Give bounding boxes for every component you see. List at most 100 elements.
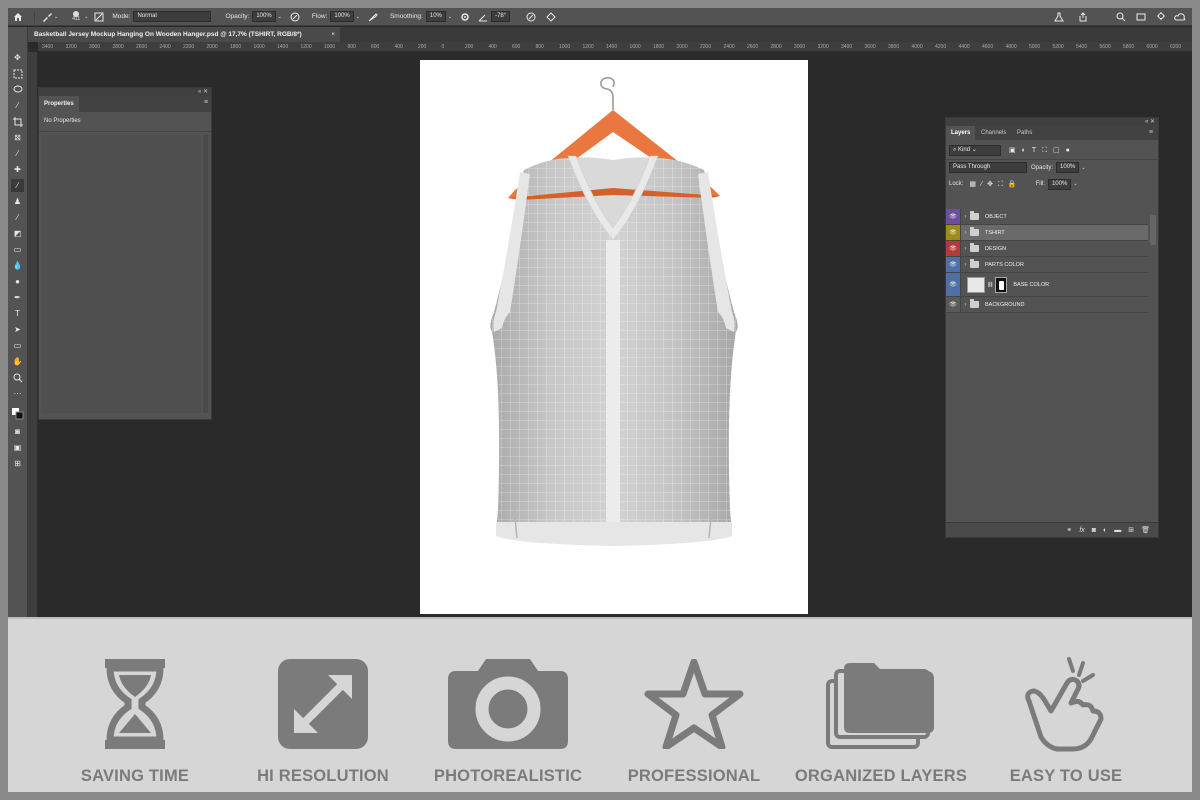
link-layers-icon[interactable]: ⚭ <box>1066 526 1072 534</box>
eyedropper-tool-icon[interactable]: ⁄ <box>11 147 24 160</box>
hand-tool-icon[interactable]: ✋ <box>11 355 24 368</box>
rectangle-tool-icon[interactable]: ▭ <box>11 339 24 352</box>
expand-chevron-icon[interactable]: › <box>961 262 970 268</box>
brush-size-picker[interactable]: 411 <box>72 8 80 26</box>
angle-field[interactable]: -78° <box>491 11 511 22</box>
close-tab-icon[interactable]: × <box>331 27 335 42</box>
frame-tool-icon[interactable]: ⊠ <box>11 131 24 144</box>
document-tab[interactable]: Basketball Jersey Mockup Hanging On Wood… <box>28 27 340 42</box>
add-mask-icon[interactable]: ◙ <box>1092 527 1096 534</box>
eye-icon[interactable]: 👁 <box>946 273 961 296</box>
eye-icon[interactable]: 👁 <box>946 241 961 256</box>
search-icon[interactable] <box>1116 8 1126 26</box>
smoothing-field[interactable]: 10% <box>425 11 446 22</box>
layer-mask-thumbnail[interactable] <box>995 276 1008 293</box>
share-icon[interactable] <box>1078 8 1088 26</box>
opacity-dropdown-icon[interactable]: ⌄ <box>1081 165 1085 171</box>
home-icon[interactable] <box>8 8 28 26</box>
layers-scrollbar[interactable] <box>1150 215 1156 245</box>
fill-field[interactable]: 100% <box>1047 178 1072 190</box>
lasso-tool-icon[interactable] <box>11 83 24 96</box>
panel-menu-icon[interactable]: ≡ <box>204 99 208 106</box>
expand-chevron-icon[interactable]: › <box>961 302 970 308</box>
blend-mode-select[interactable]: Pass Through <box>949 162 1027 173</box>
mask-link-icon[interactable]: ⛓ <box>987 282 993 288</box>
move-tool-icon[interactable]: ✥ <box>11 51 24 64</box>
symmetry-icon[interactable] <box>546 8 556 26</box>
trash-icon[interactable]: 🗑 <box>1141 526 1150 534</box>
smoothing-dropdown-icon[interactable]: ⌄ <box>448 14 452 20</box>
new-group-icon[interactable]: ▬ <box>1114 527 1121 534</box>
marquee-tool-icon[interactable] <box>11 67 24 80</box>
healing-brush-tool-icon[interactable]: ✚ <box>11 163 24 176</box>
opacity-field[interactable]: 100% <box>1056 162 1080 173</box>
opacity-dropdown-icon[interactable]: ⌄ <box>278 14 282 20</box>
adjustment-layer-icon[interactable]: ◐ <box>1103 527 1107 534</box>
crop-tool-icon[interactable] <box>11 115 24 128</box>
options-bar: ⌄ 411 ⌄ Mode: Normal Opacity: 100% ⌄ Flo… <box>8 8 1192 26</box>
screen-mode-icon[interactable]: ▣ <box>11 441 24 454</box>
flask-icon[interactable] <box>1054 8 1064 26</box>
brush-tool-icon[interactable]: ⁄ <box>11 179 24 192</box>
eye-icon[interactable]: 👁 <box>946 257 961 272</box>
new-layer-icon[interactable]: ⊞ <box>1128 526 1134 534</box>
expand-chevron-icon[interactable]: › <box>961 214 970 220</box>
history-brush-tool-icon[interactable]: ⁄ <box>11 211 24 224</box>
quick-mask-icon[interactable]: ◙ <box>11 425 24 438</box>
workspace-icon[interactable] <box>1136 8 1146 26</box>
clone-stamp-tool-icon[interactable]: ♟ <box>11 195 24 208</box>
panel-collapse-icon[interactable]: « ✕ <box>946 118 1158 126</box>
zoom-tool-icon[interactable] <box>11 371 24 384</box>
expand-chevron-icon[interactable]: › <box>961 230 970 236</box>
airbrush-icon[interactable] <box>368 8 378 26</box>
edit-toolbar-icon[interactable]: ⊞ <box>11 457 24 470</box>
layer-row[interactable]: 👁 › PARTS COLOR <box>946 257 1148 273</box>
tab-layers[interactable]: Layers <box>946 126 976 140</box>
lightbulb-icon[interactable] <box>1156 8 1166 26</box>
layer-row[interactable]: 👁 › OBJECT <box>946 209 1148 225</box>
panel-menu-icon[interactable]: ≡ <box>1144 126 1158 140</box>
tab-channels[interactable]: Channels <box>976 126 1011 140</box>
tab-paths[interactable]: Paths <box>1012 126 1037 140</box>
layer-row[interactable]: 👁 › BACKGROUND <box>946 297 1148 313</box>
filter-kind-value: Kind <box>958 146 971 153</box>
eraser-tool-icon[interactable]: ◩ <box>11 227 24 240</box>
pressure-size-icon[interactable] <box>526 8 536 26</box>
more-tools-icon[interactable]: ··· <box>11 387 24 400</box>
document-canvas[interactable] <box>420 60 808 614</box>
eye-icon[interactable]: 👁 <box>946 225 961 240</box>
lock-icons[interactable]: ▦⁄✥⛶🔒 <box>969 180 1021 189</box>
layer-row[interactable]: 👁 › DESIGN <box>946 241 1148 257</box>
ruler-label: 2400 <box>723 44 735 50</box>
eye-icon[interactable]: 👁 <box>946 297 961 312</box>
filter-kind-select[interactable]: ⌕ Kind ⌄ <box>949 144 1001 156</box>
gradient-tool-icon[interactable]: ▭ <box>11 243 24 256</box>
panel-collapse-icon[interactable]: « ✕ <box>39 88 211 96</box>
properties-scrollbar[interactable] <box>203 135 208 413</box>
gear-icon[interactable] <box>460 8 470 26</box>
layer-row[interactable]: 👁 ⛓ BASE COLOR <box>946 273 1148 297</box>
dodge-tool-icon[interactable]: ● <box>11 275 24 288</box>
magic-wand-tool-icon[interactable]: ⁄ <box>11 99 24 112</box>
fill-dropdown-icon[interactable]: ⌄ <box>1073 181 1077 187</box>
ruler-label: 2600 <box>747 44 759 50</box>
fx-icon[interactable]: fx <box>1079 527 1084 534</box>
mode-select[interactable]: Normal <box>133 11 212 22</box>
opacity-field[interactable]: 100% <box>252 11 276 22</box>
path-selection-tool-icon[interactable]: ➤ <box>11 323 24 336</box>
type-tool-icon[interactable]: T <box>11 307 24 320</box>
brush-settings-icon[interactable] <box>94 8 104 26</box>
flow-field[interactable]: 100% <box>330 11 354 22</box>
color-swatches-icon[interactable] <box>11 407 24 420</box>
filter-icons[interactable]: ▣◐T⛶▢● <box>1009 146 1076 155</box>
pen-tool-icon[interactable]: ✒ <box>11 291 24 304</box>
blur-tool-icon[interactable]: 💧 <box>11 259 24 272</box>
pressure-opacity-icon[interactable] <box>290 8 300 26</box>
brush-tool-icon[interactable]: ⌄ <box>41 8 58 26</box>
expand-chevron-icon[interactable]: › <box>961 246 970 252</box>
flow-dropdown-icon[interactable]: ⌄ <box>356 14 360 20</box>
properties-tab[interactable]: Properties <box>39 96 79 112</box>
cloud-icon[interactable] <box>1174 8 1186 26</box>
eye-icon[interactable]: 👁 <box>946 209 961 224</box>
layer-row[interactable]: 👁 › TSHIRT <box>946 225 1148 241</box>
